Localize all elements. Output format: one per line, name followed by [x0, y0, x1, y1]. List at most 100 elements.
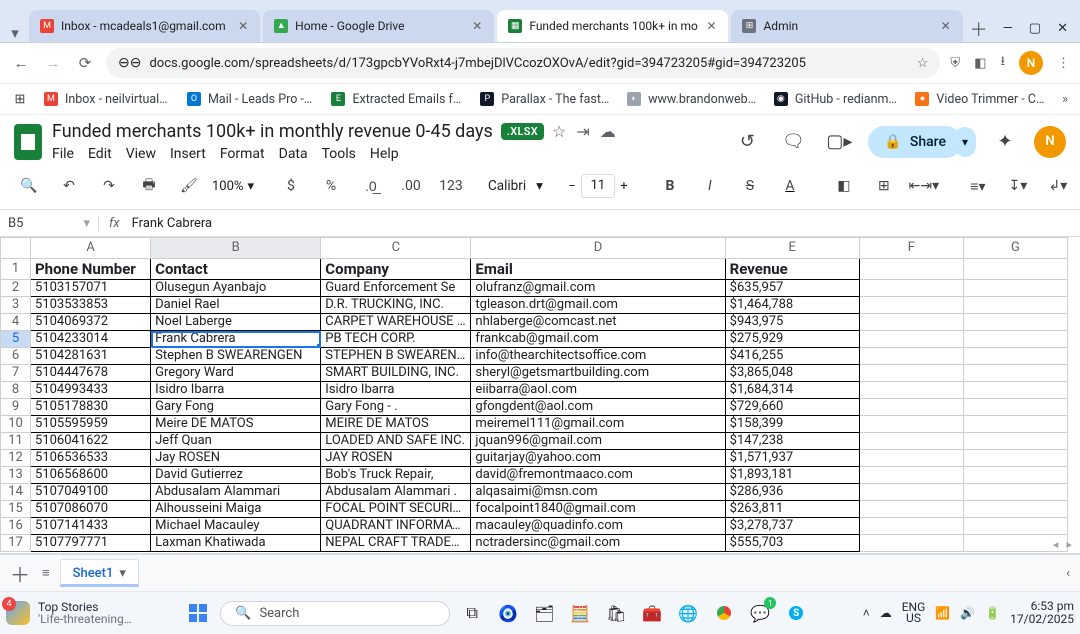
history-icon[interactable]: ↺ — [730, 125, 764, 159]
bold-button[interactable]: B — [653, 172, 687, 200]
cell[interactable]: Guard Enforcement Se — [321, 280, 471, 297]
taskbar-clock[interactable]: 6:53 pm 17/02/2025 — [1010, 600, 1074, 626]
row-header[interactable]: 5 — [1, 331, 31, 348]
onedrive-icon[interactable]: ☁ — [880, 606, 892, 620]
formula-bar[interactable]: Frank Cabrera — [130, 216, 214, 231]
cell[interactable]: $286,936 — [725, 484, 859, 501]
taskbar-app-icon[interactable]: 🧰 — [638, 599, 666, 627]
cell[interactable] — [859, 331, 963, 348]
v-align-button[interactable]: ↧▾ — [1001, 172, 1035, 200]
font-select[interactable]: Calibri▾ — [488, 178, 543, 194]
column-header[interactable]: E — [725, 238, 859, 259]
cell[interactable] — [859, 484, 963, 501]
tab-close-icon[interactable]: ✕ — [470, 19, 484, 33]
table-row[interactable]: 1Phone NumberContactCompanyEmailRevenue — [1, 259, 1068, 280]
column-header[interactable]: F — [859, 238, 963, 259]
cell[interactable] — [963, 518, 1067, 535]
taskbar-widgets[interactable]: 4 Top Stories 'Life-threatening… — [6, 601, 132, 625]
cell[interactable]: frankcab@gmail.com — [471, 331, 725, 348]
row-header[interactable]: 12 — [1, 450, 31, 467]
menu-item[interactable]: Insert — [170, 146, 206, 162]
cell[interactable]: $1,571,937 — [725, 450, 859, 467]
increase-decimal-button[interactable]: .00 — [394, 172, 428, 200]
meet-icon[interactable]: ▢▸ — [822, 125, 856, 159]
window-close-icon[interactable]: ✕ — [1057, 21, 1068, 36]
header-cell[interactable]: Phone Number — [31, 259, 151, 280]
chrome-menu-icon[interactable]: ⋮ — [1057, 56, 1070, 71]
menu-item[interactable]: Data — [279, 146, 308, 162]
address-bar[interactable]: ⊖⊖ docs.google.com/spreadsheets/d/173gpc… — [106, 48, 940, 78]
cell[interactable]: $1,464,788 — [725, 297, 859, 314]
bookmark-star-icon[interactable]: ☆ — [917, 56, 929, 71]
cell[interactable]: $635,957 — [725, 280, 859, 297]
table-row[interactable]: 25103157071Olusegun AyanbajoGuard Enforc… — [1, 280, 1068, 297]
site-settings-icon[interactable]: ⊖⊖ — [118, 55, 141, 71]
cell[interactable]: $3,278,737 — [725, 518, 859, 535]
bookmark-item[interactable]: ◐www.brandonweb.c… — [626, 91, 757, 107]
cell[interactable]: sheryl@getsmartbuilding.com — [471, 365, 725, 382]
cell[interactable]: Isidro Ibarra — [321, 382, 471, 399]
cell[interactable] — [859, 280, 963, 297]
cell[interactable]: JAY ROSEN — [321, 450, 471, 467]
cell[interactable]: macauley@quadinfo.com — [471, 518, 725, 535]
table-row[interactable]: 85104993433Isidro IbarraIsidro Ibarraeii… — [1, 382, 1068, 399]
cell[interactable] — [963, 331, 1067, 348]
column-header-row[interactable]: A B C D E F G — [1, 238, 1068, 259]
cell[interactable]: 5107797771 — [31, 535, 151, 552]
extensions-icon[interactable]: ⛨ — [950, 56, 960, 71]
number-format-button[interactable]: 123 — [434, 172, 468, 200]
cell[interactable]: Olusegun Ayanbajo — [151, 280, 321, 297]
cell[interactable]: PB TECH CORP. — [321, 331, 471, 348]
file-explorer-icon[interactable]: 🗂 — [530, 599, 558, 627]
all-sheets-button[interactable]: ≡ — [42, 565, 50, 581]
header-cell[interactable]: Revenue — [725, 259, 859, 280]
column-header[interactable]: G — [963, 238, 1067, 259]
cell[interactable]: Michael Macauley — [151, 518, 321, 535]
merge-button[interactable]: ⇤⇥▾ — [907, 172, 941, 200]
browser-tab[interactable]: ▦Funded merchants 100k+ in mo✕ — [497, 10, 728, 42]
row-header[interactable]: 6 — [1, 348, 31, 365]
select-all-corner[interactable] — [1, 238, 31, 259]
row-header[interactable]: 2 — [1, 280, 31, 297]
share-dropdown[interactable]: ▾ — [954, 127, 976, 157]
cell[interactable] — [963, 280, 1067, 297]
italic-button[interactable]: I — [693, 172, 727, 200]
move-icon[interactable]: ⇥ — [576, 122, 589, 141]
row-header[interactable]: 8 — [1, 382, 31, 399]
cell[interactable]: $147,238 — [725, 433, 859, 450]
bookmark-item[interactable]: ●Video Trimmer - Cut… — [914, 91, 1046, 107]
star-icon[interactable]: ☆ — [552, 122, 566, 141]
cell[interactable]: $275,929 — [725, 331, 859, 348]
cell[interactable]: CARPET WAREHOUSE INC — [321, 314, 471, 331]
table-row[interactable]: 155107086070Alhousseini MaigaFOCAL POINT… — [1, 501, 1068, 518]
menu-item[interactable]: Tools — [322, 146, 356, 162]
cell[interactable] — [963, 365, 1067, 382]
strike-button[interactable]: S — [733, 172, 767, 200]
font-size-increase[interactable]: + — [615, 179, 633, 194]
row-header[interactable]: 3 — [1, 297, 31, 314]
print-button[interactable]: 🖶 — [132, 172, 166, 200]
menu-item[interactable]: View — [126, 146, 156, 162]
undo-button[interactable]: ↶ — [52, 172, 86, 200]
cell[interactable]: Bob's Truck Repair, — [321, 467, 471, 484]
row-header[interactable]: 1 — [1, 259, 31, 280]
table-row[interactable]: 95105178830Gary FongGary Fong - .gfongde… — [1, 399, 1068, 416]
cell[interactable] — [859, 348, 963, 365]
currency-button[interactable]: $ — [274, 172, 308, 200]
decrease-decimal-button[interactable]: .0̲ — [354, 172, 388, 200]
row-header[interactable]: 14 — [1, 484, 31, 501]
cell[interactable]: Abdusalam Alammari . — [321, 484, 471, 501]
cell[interactable]: alqasaimi@msn.com — [471, 484, 725, 501]
cell[interactable]: STEPHEN B SWEARENGEN — [321, 348, 471, 365]
bookmark-item[interactable]: EExtracted Emails fro… — [330, 91, 463, 107]
tab-close-icon[interactable]: ✕ — [236, 19, 250, 33]
cell[interactable] — [859, 259, 963, 280]
forward-button[interactable]: → — [42, 54, 64, 72]
cell[interactable] — [859, 416, 963, 433]
battery-icon[interactable]: 🔋 — [985, 606, 1000, 620]
cell[interactable]: $729,660 — [725, 399, 859, 416]
sheets-logo-icon[interactable] — [14, 124, 42, 160]
bookmark-item[interactable]: PParallax - The fast a… — [479, 91, 610, 107]
tab-search-icon[interactable]: ▾ — [4, 24, 26, 42]
cell[interactable] — [859, 450, 963, 467]
